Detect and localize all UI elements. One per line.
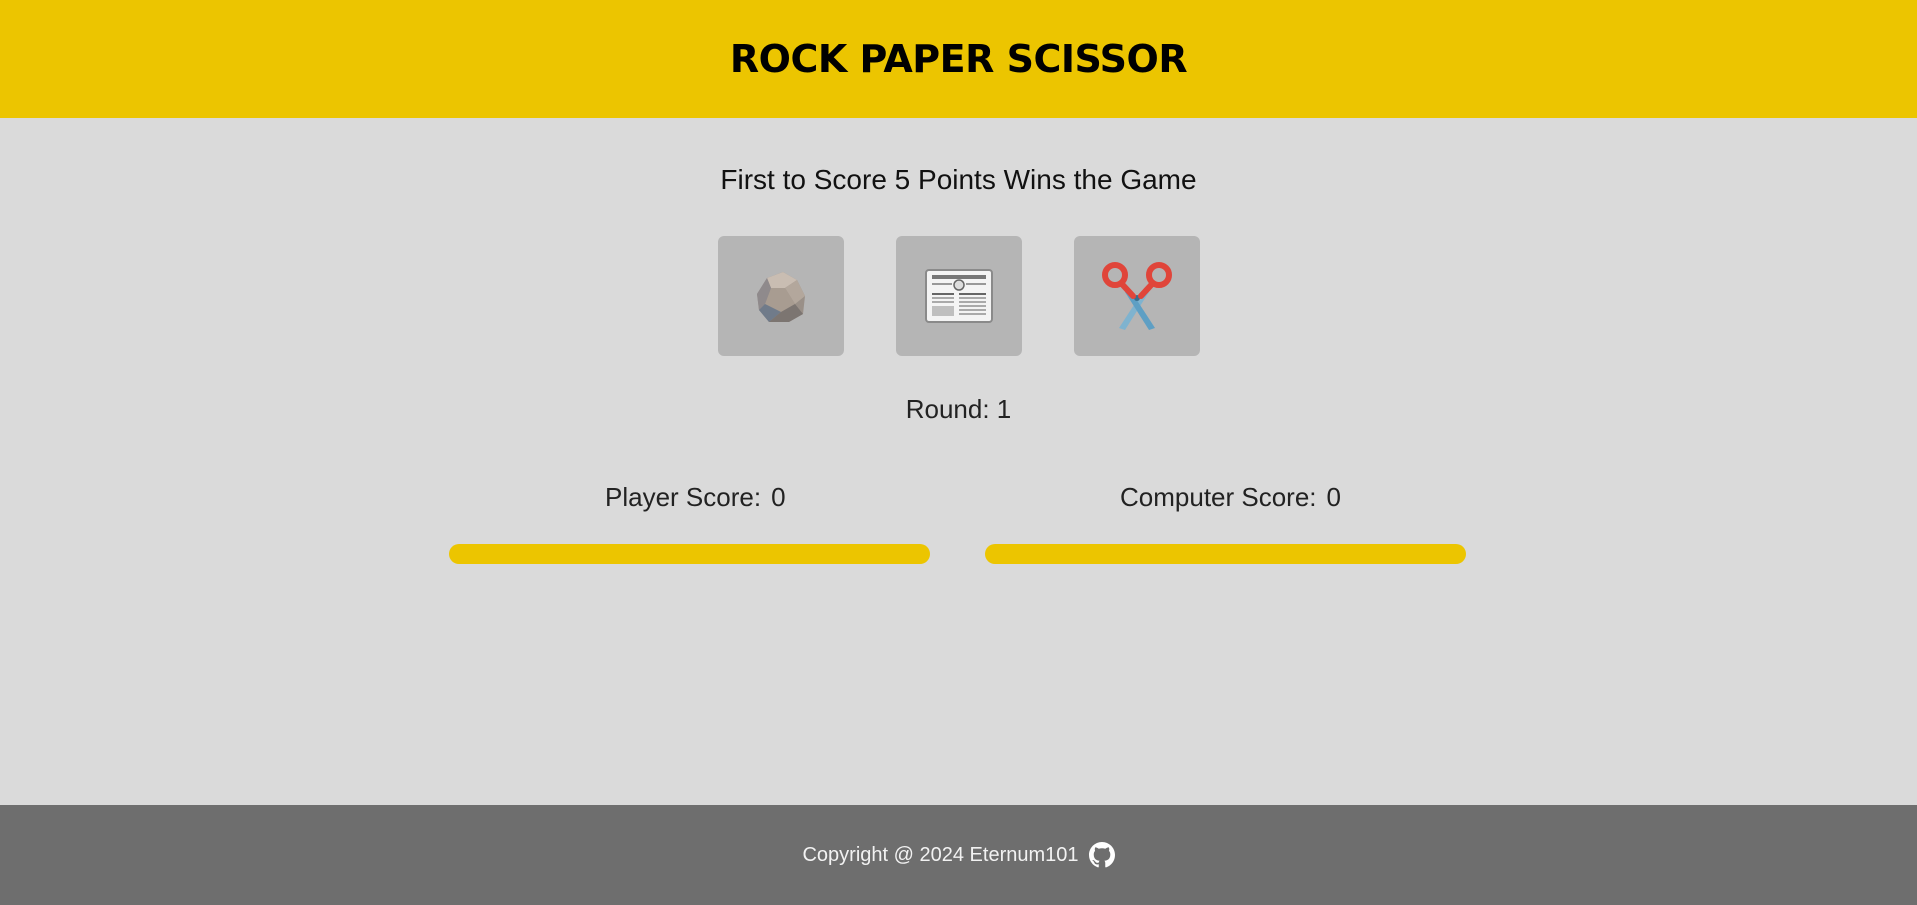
github-link[interactable] (1088, 842, 1115, 868)
page-title: ROCK PAPER SCISSOR (729, 37, 1188, 81)
player-score-label: Player Score: (605, 482, 762, 512)
round-counter: Round: 1 (905, 394, 1012, 424)
player-score: Player Score: 0 (605, 482, 786, 513)
rock-icon (756, 272, 805, 322)
scissor-button[interactable] (1073, 236, 1200, 356)
player-score-bar (449, 544, 930, 564)
computer-score: Computer Score: 0 (1120, 482, 1341, 513)
scissors-icon (1101, 262, 1172, 330)
computer-score-bar (985, 544, 1466, 564)
copyright-text: Copyright @ 2024 Eternum101 (802, 843, 1079, 866)
paper-button[interactable] (895, 236, 1022, 356)
game-rules-text: First to Score 5 Points Wins the Game (720, 164, 1197, 195)
computer-score-value: 0 (1326, 482, 1341, 512)
app-header: ROCK PAPER SCISSOR (0, 0, 1917, 118)
game-area: First to Score 5 Points Wins the Game Ro… (0, 118, 1917, 805)
newspaper-icon (924, 269, 993, 323)
rock-button[interactable] (717, 236, 844, 356)
player-score-value: 0 (771, 482, 786, 512)
page-footer: Copyright @ 2024 Eternum101 (0, 805, 1917, 905)
choice-buttons (0, 236, 1917, 356)
github-icon (1088, 842, 1115, 868)
computer-score-label: Computer Score: (1120, 482, 1317, 512)
